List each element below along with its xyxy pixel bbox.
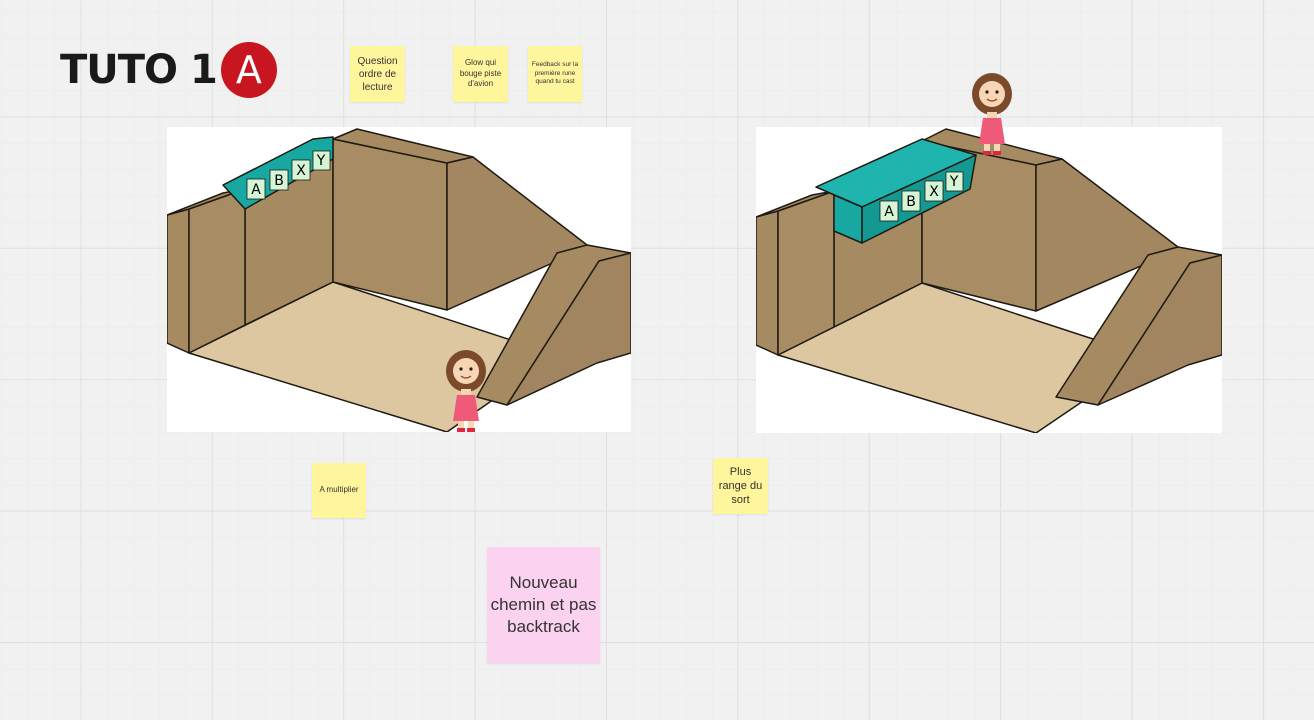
girl-character-right — [972, 73, 1012, 155]
left-pillar-side — [777, 190, 835, 356]
title-text: TUTO 1 — [60, 47, 218, 93]
sticky-nouveau-chemin[interactable]: Nouveau chemin et pas backtrack — [487, 547, 600, 663]
rune-a: A — [884, 204, 894, 220]
room-illustration-right: A B X Y — [756, 128, 1222, 433]
board-title[interactable]: TUTO 1 A — [60, 42, 277, 98]
rune-x: X — [296, 163, 306, 179]
sticky-a-multiplier[interactable]: A multiplier — [312, 463, 366, 518]
scene-image-right[interactable]: A B X Y — [756, 127, 1222, 433]
rune-y: Y — [949, 174, 959, 190]
rune-x: X — [929, 184, 939, 200]
back-wall-right — [332, 138, 448, 311]
sticky-feedback-rune[interactable]: Feedback sur la première rune quand tu c… — [528, 46, 582, 102]
left-pillar-side — [188, 188, 246, 354]
rune-y: Y — [316, 153, 326, 169]
sticky-plus-range[interactable]: Plus range du sort — [713, 458, 768, 514]
rune-b: B — [906, 194, 916, 210]
room-illustration-left: A B X Y — [167, 128, 631, 432]
rune-a: A — [251, 182, 261, 198]
rune-b: B — [274, 173, 284, 189]
left-pillar-front — [167, 208, 190, 354]
scene-image-left[interactable]: A B X Y — [167, 127, 631, 432]
left-pillar-front — [756, 210, 779, 356]
sticky-question-ordre[interactable]: Question ordre de lecture — [350, 46, 405, 102]
sticky-glow-piste[interactable]: Glow qui bouge piste d'avion — [453, 46, 508, 102]
title-badge: A — [220, 42, 277, 98]
